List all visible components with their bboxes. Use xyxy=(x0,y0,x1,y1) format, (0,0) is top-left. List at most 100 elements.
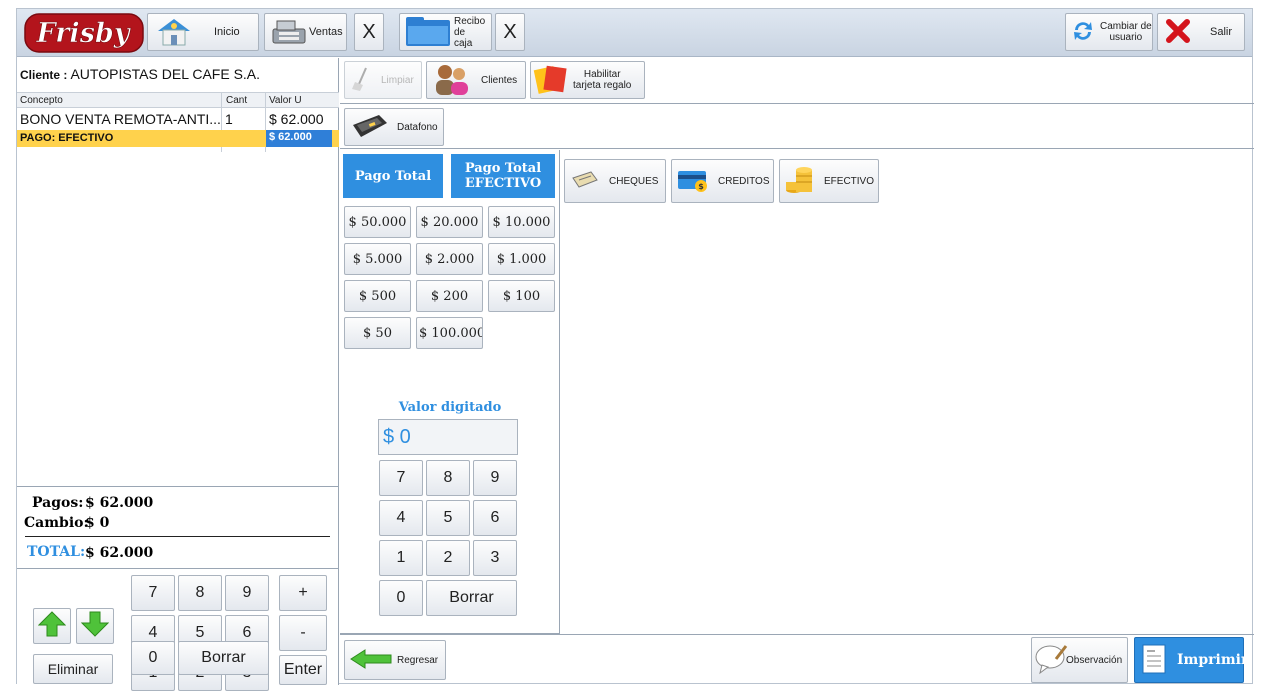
key-8[interactable]: 8 xyxy=(178,575,222,611)
datafono-label: Datafono xyxy=(397,121,438,133)
cambiar-label-line2: usuario xyxy=(1109,32,1143,43)
habilitar-tarjeta-button[interactable]: Habilitar tarjeta regalo xyxy=(530,61,645,99)
inicio-button[interactable]: Inicio xyxy=(147,13,259,51)
payment-area: Limpiar Clientes Habilitar tarjeta regal… xyxy=(340,58,1254,685)
table-row[interactable]: BONO VENTA REMOTA-ANTI... 1 $ 62.000 xyxy=(17,111,339,129)
row-valor: $ 62.000 xyxy=(269,111,324,127)
denom-100[interactable]: $ 100 xyxy=(488,280,555,312)
cambio-label: Cambio: xyxy=(24,515,89,531)
minus-button[interactable]: - xyxy=(279,615,327,651)
divider xyxy=(340,148,1254,149)
grid-header: Concepto Cant Valor U xyxy=(17,92,339,108)
pay-key-4[interactable]: 4 xyxy=(379,500,423,536)
denom-2000[interactable]: $ 2.000 xyxy=(416,243,483,275)
header-valor: Valor U xyxy=(269,95,302,106)
limpiar-label: Limpiar xyxy=(381,74,414,86)
cheques-label: CHEQUES xyxy=(609,175,659,187)
card-terminal-icon xyxy=(349,111,389,144)
efectivo-label: EFECTIVO xyxy=(824,175,875,187)
pago-total-button[interactable]: Pago Total xyxy=(343,154,443,198)
denom-100000[interactable]: $ 100.000 xyxy=(416,317,483,349)
client-name: AUTOPISTAS DEL CAFE S.A. xyxy=(70,66,261,82)
pago-total-efectivo-line1: Pago Total xyxy=(464,161,542,176)
pay-key-5[interactable]: 5 xyxy=(426,500,470,536)
recibo-label-line2: caja xyxy=(454,37,473,49)
pay-borrar-button[interactable]: Borrar xyxy=(426,580,517,616)
observacion-button[interactable]: Observación xyxy=(1031,637,1128,683)
denom-10000[interactable]: $ 10.000 xyxy=(488,206,555,238)
key-7[interactable]: 7 xyxy=(131,575,175,611)
regresar-button[interactable]: Regresar xyxy=(344,640,446,680)
habilitar-label-line1: Habilitar xyxy=(583,69,621,80)
cash-register-icon xyxy=(269,15,309,50)
imprimir-label: Imprimir xyxy=(1177,652,1249,668)
pay-key-9[interactable]: 9 xyxy=(473,460,517,496)
header-cant: Cant xyxy=(226,95,248,106)
folder-icon xyxy=(404,14,452,51)
svg-text:Frisby: Frisby xyxy=(36,18,132,49)
pay-key-7[interactable]: 7 xyxy=(379,460,423,496)
broom-icon xyxy=(351,66,371,95)
datafono-button[interactable]: Datafono xyxy=(344,108,444,146)
denom-50[interactable]: $ 50 xyxy=(344,317,411,349)
pay-key-8[interactable]: 8 xyxy=(426,460,470,496)
pay-key-0[interactable]: 0 xyxy=(379,580,423,616)
enter-button[interactable]: Enter xyxy=(279,655,327,685)
pay-key-6[interactable]: 6 xyxy=(473,500,517,536)
cheques-button[interactable]: CHEQUES xyxy=(564,159,666,203)
pay-key-1[interactable]: 1 xyxy=(379,540,423,576)
cheque-icon xyxy=(571,170,599,193)
efectivo-button[interactable]: EFECTIVO xyxy=(779,159,879,203)
pago-total-efectivo-line2: EFECTIVO xyxy=(464,176,542,191)
pay-key-2[interactable]: 2 xyxy=(426,540,470,576)
borrar-button[interactable]: Borrar xyxy=(178,641,269,675)
cash-payment-panel: Pago Total Pago Total EFECTIVO $ 50.000 … xyxy=(340,150,560,634)
header-concepto: Concepto xyxy=(20,95,63,106)
close-recibo-button[interactable]: X xyxy=(495,13,525,51)
valor-digitado-input[interactable]: $ 0 xyxy=(378,419,518,455)
salir-button[interactable]: Salir xyxy=(1157,13,1245,51)
refresh-arrows-icon xyxy=(1070,18,1096,47)
cambiar-label-line1: Cambiar de xyxy=(1100,21,1152,32)
arrow-down-icon xyxy=(80,610,110,643)
clientes-button[interactable]: Clientes xyxy=(426,61,526,99)
total-label: TOTAL: xyxy=(27,544,86,560)
plus-button[interactable]: + xyxy=(279,575,327,611)
denom-200[interactable]: $ 200 xyxy=(416,280,483,312)
recibo-de-caja-tab[interactable]: Recibo de caja xyxy=(399,13,492,51)
row-concepto: BONO VENTA REMOTA-ANTI... xyxy=(20,111,221,127)
cambiar-usuario-button[interactable]: Cambiar de usuario xyxy=(1065,13,1153,51)
denom-1000[interactable]: $ 1.000 xyxy=(488,243,555,275)
credit-card-icon: $ xyxy=(676,167,710,196)
ventas-label: Ventas xyxy=(309,26,343,38)
denom-50000[interactable]: $ 50.000 xyxy=(344,206,411,238)
bottom-toolbar: Regresar Observación Imprimir xyxy=(340,634,1254,685)
totals-block: Pagos: $ 62.000 Cambio: $ 0 TOTAL: $ 62.… xyxy=(17,486,339,568)
denom-5000[interactable]: $ 5.000 xyxy=(344,243,411,275)
top-toolbar: Frisby Inicio Ventas X Recibo de caja X … xyxy=(17,9,1252,57)
observacion-label: Observación xyxy=(1066,654,1123,666)
speech-bubble-icon xyxy=(1034,643,1070,678)
limpiar-button[interactable]: Limpiar xyxy=(344,61,422,99)
denom-20000[interactable]: $ 20.000 xyxy=(416,206,483,238)
imprimir-button[interactable]: Imprimir xyxy=(1134,637,1248,683)
creditos-button[interactable]: $ CREDITOS xyxy=(671,159,774,203)
key-9[interactable]: 9 xyxy=(225,575,269,611)
pay-key-3[interactable]: 3 xyxy=(473,540,517,576)
total-value: $ 62.000 xyxy=(85,545,154,561)
pago-total-efectivo-button[interactable]: Pago Total EFECTIVO xyxy=(451,154,555,198)
divider xyxy=(25,536,330,537)
close-ventas-button[interactable]: X xyxy=(354,13,384,51)
creditos-label: CREDITOS xyxy=(718,175,770,187)
move-up-button[interactable] xyxy=(33,608,71,644)
close-icon: X xyxy=(503,20,517,43)
order-panel: Cliente : AUTOPISTAS DEL CAFE S.A. Conce… xyxy=(17,58,339,691)
key-0[interactable]: 0 xyxy=(131,641,175,675)
ventas-tab[interactable]: Ventas xyxy=(264,13,347,51)
move-down-button[interactable] xyxy=(76,608,114,644)
denom-500[interactable]: $ 500 xyxy=(344,280,411,312)
eliminar-button[interactable]: Eliminar xyxy=(33,654,113,684)
people-icon xyxy=(431,62,473,99)
gift-card-icon xyxy=(533,62,569,99)
table-row-selected[interactable]: PAGO: EFECTIVO $ 62.000 xyxy=(17,130,339,147)
